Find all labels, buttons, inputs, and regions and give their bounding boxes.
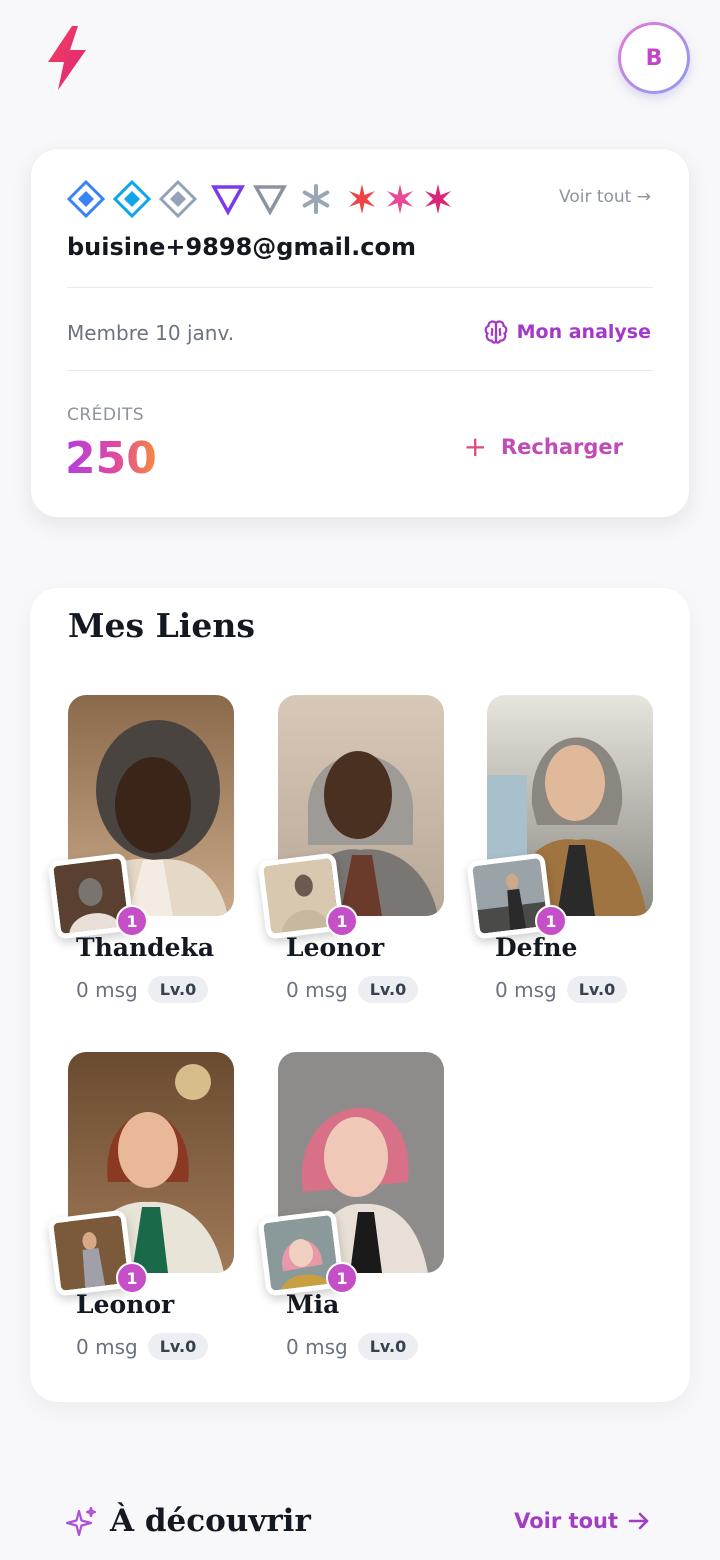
diamond-badge-icon (67, 180, 105, 218)
user-avatar-button[interactable]: B (618, 22, 690, 94)
account-card: Voir tout → buisine+9898@gmail.com Membr… (30, 148, 690, 518)
star-badge-icon (349, 184, 375, 214)
lightning-bolt-icon[interactable] (44, 24, 90, 92)
mes-liens-title: Mes Liens (68, 606, 255, 645)
message-count: 0 msg (76, 977, 138, 1002)
sparkle-icon (66, 1506, 97, 1537)
profile-name: Mia (286, 1290, 340, 1319)
profile-meta: 0 msg Lv.0 (76, 1333, 209, 1360)
triangle-badge-icon (211, 185, 245, 216)
plus-icon: + (463, 430, 488, 463)
profile-meta: 0 msg Lv.0 (286, 1333, 419, 1360)
diamond-badge-icon (159, 180, 197, 218)
user-email: buisine+9898@gmail.com (67, 233, 416, 261)
voir-tout-decouvrir-link[interactable]: Voir tout (514, 1509, 650, 1533)
mon-analyse-label: Mon analyse (516, 321, 651, 343)
credits-value: 250 (65, 431, 157, 487)
avatar-initial: B (621, 25, 687, 91)
top-bar: B (0, 0, 720, 120)
profile-name: Defne (495, 933, 578, 962)
level-badge: Lv.0 (147, 1333, 209, 1360)
profile-card[interactable]: 1 Leonor 0 msg Lv.0 (47, 1052, 240, 1372)
divider (67, 287, 653, 288)
decouvrir-title: À découvrir (110, 1503, 311, 1539)
star-badge-icon (425, 184, 451, 214)
credits-label: CRÉDITS (67, 405, 145, 425)
level-badge: Lv.0 (566, 976, 628, 1003)
profile-meta: 0 msg Lv.0 (286, 976, 419, 1003)
profile-card[interactable]: 1 Defne 0 msg Lv.0 (466, 695, 659, 1015)
star-badge-icon (387, 184, 413, 214)
profile-name: Leonor (76, 1290, 175, 1319)
voir-tout-label: Voir tout (514, 1509, 618, 1533)
decouvrir-section-header: À découvrir Voir tout (0, 1500, 720, 1550)
level-badge: Lv.0 (357, 1333, 419, 1360)
profile-card[interactable]: 1 Thandeka 0 msg Lv.0 (47, 695, 240, 1015)
message-count: 0 msg (286, 1334, 348, 1359)
mon-analyse-button[interactable]: Mon analyse (483, 319, 651, 345)
voir-tout-badges-link[interactable]: Voir tout → (559, 187, 651, 207)
message-count: 0 msg (76, 1334, 138, 1359)
recharger-button[interactable]: + Recharger (464, 430, 623, 463)
member-since: Membre 10 janv. (67, 321, 235, 345)
profile-card[interactable]: 1 Mia 0 msg Lv.0 (257, 1052, 450, 1372)
profile-name: Thandeka (76, 933, 215, 962)
level-badge: Lv.0 (147, 976, 209, 1003)
profile-meta: 0 msg Lv.0 (76, 976, 209, 1003)
asterisk-badge-icon (302, 184, 330, 214)
profile-name: Leonor (286, 933, 385, 962)
triangle-badge-icon (253, 185, 287, 216)
divider (67, 370, 653, 371)
mes-liens-section: Mes Liens 1 Thandeka 0 msg Lv.0 1 Leonor… (30, 588, 690, 1402)
message-count: 0 msg (495, 977, 557, 1002)
achievement-badges[interactable] (67, 179, 453, 219)
brain-icon (484, 320, 507, 344)
diamond-badge-icon (113, 180, 151, 218)
level-badge: Lv.0 (357, 976, 419, 1003)
arrow-right-icon (628, 1512, 649, 1530)
message-count: 0 msg (286, 977, 348, 1002)
recharger-label: Recharger (501, 434, 623, 459)
profile-card[interactable]: 1 Leonor 0 msg Lv.0 (257, 695, 450, 1015)
profile-meta: 0 msg Lv.0 (495, 976, 628, 1003)
